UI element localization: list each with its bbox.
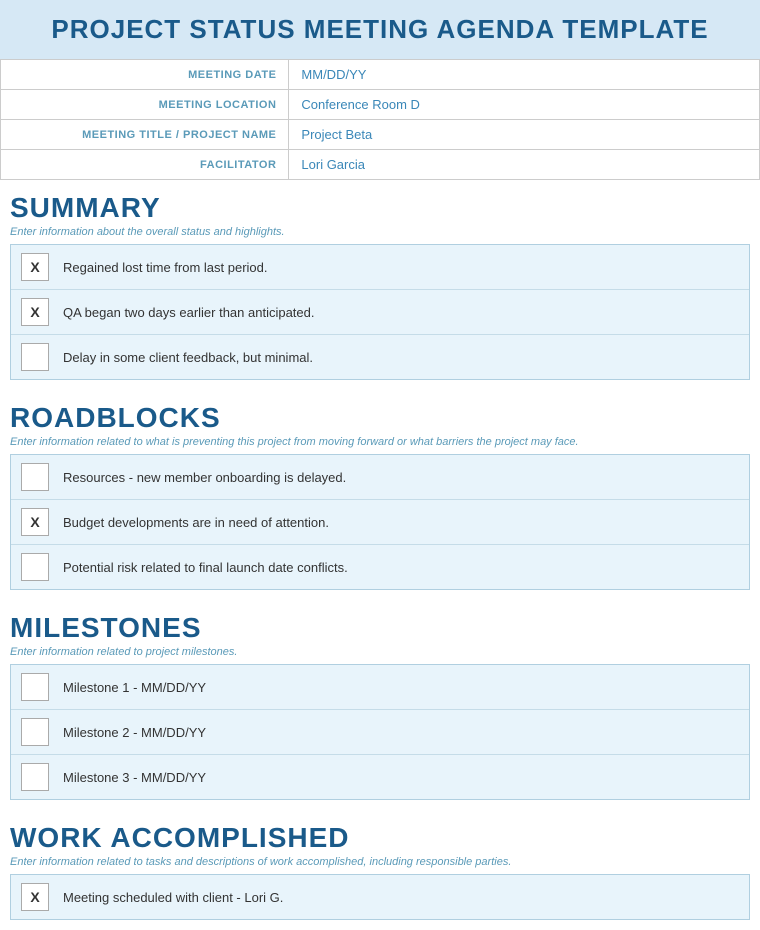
checklist-summary: X Regained lost time from last period. X QA… — [10, 244, 750, 380]
info-label: MEETING LOCATION — [1, 90, 289, 120]
checklist-item-text: Budget developments are in need of atten… — [63, 515, 329, 530]
checklist-item-text: Milestone 1 - MM/DD/YY — [63, 680, 206, 695]
list-item[interactable]: Milestone 1 - MM/DD/YY — [11, 665, 749, 710]
checklist-item-text: Resources - new member onboarding is del… — [63, 470, 346, 485]
checkbox[interactable]: X — [21, 508, 49, 536]
info-label: FACILITATOR — [1, 150, 289, 180]
info-row: MEETING TITLE / PROJECT NAMEProject Beta — [1, 120, 760, 150]
page-title: PROJECT STATUS MEETING AGENDA TEMPLATE — [10, 14, 750, 45]
info-label: MEETING DATE — [1, 60, 289, 90]
section-title-milestones: MILESTONES — [0, 600, 760, 646]
checklist-item-text: Milestone 3 - MM/DD/YY — [63, 770, 206, 785]
checkbox[interactable] — [21, 763, 49, 791]
checkbox[interactable] — [21, 463, 49, 491]
section-title-summary: SUMMARY — [0, 180, 760, 226]
section-title-roadblocks: ROADBLOCKS — [0, 390, 760, 436]
sections-container: SUMMARYEnter information about the overa… — [0, 180, 760, 920]
info-row: MEETING LOCATIONConference Room D — [1, 90, 760, 120]
checklist-item-text: Delay in some client feedback, but minim… — [63, 350, 313, 365]
checklist-item-text: Regained lost time from last period. — [63, 260, 267, 275]
checkbox[interactable]: X — [21, 298, 49, 326]
section-subtitle-roadblocks: Enter information related to what is pre… — [0, 436, 760, 454]
list-item[interactable]: X Budget developments are in need of atte… — [11, 500, 749, 545]
list-item[interactable]: Delay in some client feedback, but minim… — [11, 335, 749, 379]
list-item[interactable]: X Regained lost time from last period. — [11, 245, 749, 290]
list-item[interactable]: X Meeting scheduled with client - Lori G. — [11, 875, 749, 919]
checkbox[interactable]: X — [21, 883, 49, 911]
list-item[interactable]: Resources - new member onboarding is del… — [11, 455, 749, 500]
checklist-item-text: Milestone 2 - MM/DD/YY — [63, 725, 206, 740]
page-header: PROJECT STATUS MEETING AGENDA TEMPLATE — [0, 0, 760, 59]
checklist-item-text: QA began two days earlier than anticipat… — [63, 305, 315, 320]
section-subtitle-work-accomplished: Enter information related to tasks and d… — [0, 856, 760, 874]
info-value: Conference Room D — [289, 90, 760, 120]
list-item[interactable]: X QA began two days earlier than anticipa… — [11, 290, 749, 335]
checklist-milestones: Milestone 1 - MM/DD/YY Milestone 2 - MM/D… — [10, 664, 750, 800]
info-row: FACILITATORLori Garcia — [1, 150, 760, 180]
info-value: Project Beta — [289, 120, 760, 150]
checkbox[interactable] — [21, 718, 49, 746]
checklist-item-text: Potential risk related to final launch d… — [63, 560, 348, 575]
info-row: MEETING DATEMM/DD/YY — [1, 60, 760, 90]
list-item[interactable]: Potential risk related to final launch d… — [11, 545, 749, 589]
checkbox[interactable]: X — [21, 253, 49, 281]
info-table: MEETING DATEMM/DD/YYMEETING LOCATIONConf… — [0, 59, 760, 180]
section-subtitle-milestones: Enter information related to project mil… — [0, 646, 760, 664]
section-title-work-accomplished: WORK ACCOMPLISHED — [0, 810, 760, 856]
list-item[interactable]: Milestone 2 - MM/DD/YY — [11, 710, 749, 755]
info-value: MM/DD/YY — [289, 60, 760, 90]
info-label: MEETING TITLE / PROJECT NAME — [1, 120, 289, 150]
checklist-item-text: Meeting scheduled with client - Lori G. — [63, 890, 283, 905]
checklist-roadblocks: Resources - new member onboarding is del… — [10, 454, 750, 590]
list-item[interactable]: Milestone 3 - MM/DD/YY — [11, 755, 749, 799]
checkbox[interactable] — [21, 343, 49, 371]
checkbox[interactable] — [21, 673, 49, 701]
info-value: Lori Garcia — [289, 150, 760, 180]
section-subtitle-summary: Enter information about the overall stat… — [0, 226, 760, 244]
checkbox[interactable] — [21, 553, 49, 581]
checklist-work-accomplished: X Meeting scheduled with client - Lori G. — [10, 874, 750, 920]
